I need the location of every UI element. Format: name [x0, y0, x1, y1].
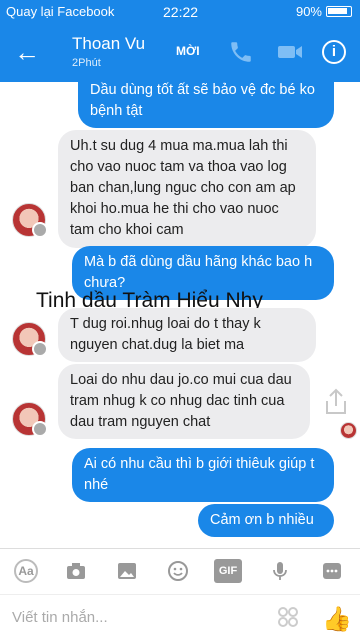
- message-in-2[interactable]: T dug roi.nhug loai do t thay k nguyen c…: [58, 308, 316, 362]
- invite-button[interactable]: MỜI: [176, 44, 200, 58]
- contact-avatar[interactable]: [12, 322, 48, 357]
- composer-toolbar: Aa GIF: [0, 548, 360, 592]
- message-out-3[interactable]: Ai có nhu cầu thì b giới thiêuk giúp t n…: [72, 448, 334, 502]
- gif-button[interactable]: GIF: [214, 559, 242, 583]
- quick-reactions-icon[interactable]: [276, 605, 300, 629]
- contact-avatar[interactable]: [12, 203, 48, 238]
- sticker-icon[interactable]: [166, 559, 190, 583]
- more-icon[interactable]: [320, 559, 344, 583]
- chat-thread[interactable]: Dầu dùng tốt ất sẽ bảo vệ đc bé ko bệnh …: [0, 82, 360, 544]
- info-icon[interactable]: i: [322, 40, 346, 64]
- battery-icon: [326, 6, 352, 17]
- message-out-1[interactable]: Dầu dùng tốt ất sẽ bảo vệ đc bé ko bệnh …: [78, 82, 334, 128]
- status-left: Quay lại Facebook: [6, 4, 114, 19]
- message-input[interactable]: Viết tin nhắn...: [12, 609, 108, 626]
- text-style-button[interactable]: Aa: [14, 559, 38, 583]
- back-arrow-icon[interactable]: ←: [14, 38, 44, 68]
- contact-name[interactable]: Thoan Vu: [72, 34, 145, 54]
- message-composer[interactable]: Viết tin nhắn... 👍: [0, 594, 360, 640]
- phone-icon[interactable]: [228, 39, 254, 65]
- microphone-icon[interactable]: [268, 559, 292, 583]
- message-in-1[interactable]: Uh.t su dug 4 mua ma.mua lah thi cho vao…: [58, 130, 316, 248]
- like-icon[interactable]: 👍: [322, 605, 352, 633]
- message-in-3[interactable]: Loai do nhu dau jo.co mui cua dau tram n…: [58, 364, 310, 439]
- chat-header: ← Thoan Vu 2Phút MỜI i: [0, 24, 360, 82]
- status-time: 22:22: [163, 4, 199, 20]
- camera-icon[interactable]: [64, 559, 88, 583]
- battery-percent: 90%: [295, 4, 322, 19]
- photo-icon[interactable]: [115, 559, 139, 583]
- last-active: 2Phút: [72, 57, 101, 69]
- contact-avatar[interactable]: [12, 402, 48, 437]
- video-call-icon[interactable]: [276, 40, 304, 64]
- back-to-facebook[interactable]: Quay lại Facebook: [6, 4, 114, 19]
- status-bar: Quay lại Facebook 22:22 90%: [0, 0, 360, 24]
- share-icon[interactable]: [322, 387, 350, 417]
- seen-avatar: [340, 422, 357, 439]
- battery-status: 90%: [296, 4, 352, 19]
- message-out-4[interactable]: Cảm ơn b nhiều: [198, 504, 334, 537]
